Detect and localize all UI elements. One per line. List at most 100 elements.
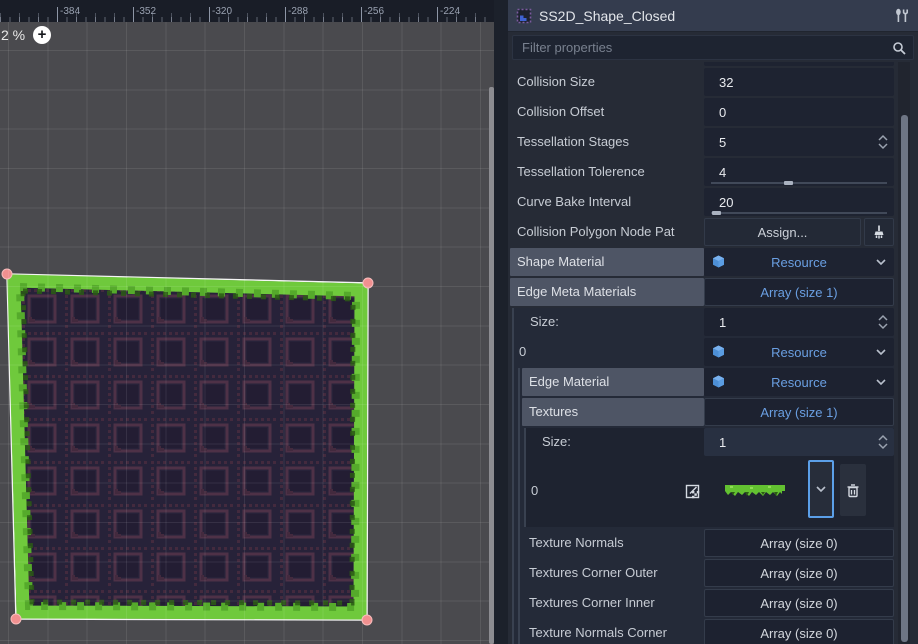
property-row-texture-normals: Texture Normals Array (size 0): [522, 529, 894, 557]
object-tools-icon[interactable]: [894, 8, 910, 24]
edge-material-resource-editor: Edge Material Resource Te: [518, 368, 894, 644]
grass-texture-preview[interactable]: [724, 483, 786, 499]
array-size-spinner[interactable]: 1: [704, 308, 894, 336]
property-label: Textures Corner Outer: [522, 559, 704, 587]
property-label: Collision Size: [510, 68, 704, 96]
resource-cube-icon: [712, 255, 725, 268]
tessellation-stages-spinner[interactable]: 5: [704, 128, 894, 156]
slider-grabber[interactable]: [712, 211, 721, 215]
filter-properties-input[interactable]: [520, 39, 892, 56]
spinner-updown-icon[interactable]: [878, 314, 888, 330]
property-row-collision-offset: Collision Offset 0: [510, 98, 894, 126]
property-value: 32: [713, 75, 733, 90]
slider-track[interactable]: [711, 212, 887, 214]
shape-selection-outline: [7, 274, 368, 620]
property-label: Textures Corner Inner: [522, 589, 704, 617]
ruler-tick: -384: [57, 0, 80, 22]
property-label: Edge Material: [522, 368, 704, 396]
resource-value-label: Resource: [771, 255, 827, 270]
add-point-cursor-icon[interactable]: +: [33, 26, 51, 44]
ss2d-shape-icon: [516, 8, 532, 24]
point-handle[interactable]: [363, 278, 373, 288]
property-value: 5: [713, 135, 726, 150]
collision-size-field[interactable]: 32: [704, 68, 894, 96]
texture-normals-array-button[interactable]: Array (size 0): [704, 529, 894, 557]
panel-splitter[interactable]: [494, 0, 508, 644]
property-row-edge-material: Edge Material Resource: [522, 368, 894, 396]
property-row-collision-size: Collision Size 32: [510, 68, 894, 96]
edge-meta-materials-array-button[interactable]: Array (size 1): [704, 278, 894, 306]
property-row-tessellation-tolerence: Tessellation Tolerence 4: [510, 158, 894, 186]
spinner-updown-icon[interactable]: [878, 134, 888, 150]
textures-array-button[interactable]: Array (size 1): [704, 398, 894, 426]
array-size-row: Size: 1: [528, 428, 894, 456]
array-size-label: Array (size 0): [760, 566, 837, 581]
property-value: 0: [713, 105, 726, 120]
property-label: Collision Polygon Node Pat: [510, 218, 704, 246]
collision-offset-field[interactable]: 0: [704, 98, 894, 126]
inspector-scrollbar-thumb[interactable]: [901, 115, 908, 642]
horizontal-ruler: -384 -352 -320 -288 -256 -224: [0, 0, 494, 22]
property-row-shape-material: Shape Material Resource: [510, 248, 894, 276]
property-row-edge-meta-materials: Edge Meta Materials Array (size 1): [510, 278, 894, 306]
property-label: Shape Material: [510, 248, 704, 276]
curve-bake-interval-slider[interactable]: 20: [704, 188, 894, 216]
tessellation-tolerence-slider[interactable]: 4: [704, 158, 894, 186]
property-label: Tessellation Stages: [510, 128, 704, 156]
filter-properties-bar: [512, 35, 914, 60]
zoom-percent-label[interactable]: 2 %: [1, 27, 25, 43]
shape-canvas[interactable]: [0, 0, 494, 644]
textures-array-editor: Size: 1 0: [524, 428, 894, 527]
search-icon: [892, 41, 906, 55]
point-handle[interactable]: [11, 614, 21, 624]
property-label: Collision Offset: [510, 98, 704, 126]
array-item-0-row: 0 Resource: [516, 338, 894, 366]
property-row-collision-polygon-node-path: Collision Polygon Node Pat Assign...: [510, 218, 894, 246]
property-value: 20: [713, 195, 733, 210]
property-label: Texture Normals Corner: [522, 619, 704, 644]
property-label: Edge Meta Materials: [510, 278, 704, 306]
texture-item-value-area: [704, 458, 894, 524]
clear-nodepath-button[interactable]: [864, 218, 894, 246]
slider-track[interactable]: [711, 182, 887, 184]
property-label: Texture Normals: [522, 529, 704, 557]
array-size-spinner[interactable]: 1: [704, 428, 894, 456]
resource-value-label: Resource: [771, 375, 827, 390]
inspected-object-title: SS2D_Shape_Closed: [539, 8, 887, 24]
array-size-label: Array (size 0): [760, 536, 837, 551]
slider-grabber[interactable]: [784, 181, 793, 185]
property-row-textures: Textures Array (size 1): [522, 398, 894, 426]
assign-nodepath-button[interactable]: Assign...: [704, 218, 861, 246]
array-size-label: Array (size 0): [760, 626, 837, 641]
point-handle[interactable]: [2, 269, 12, 279]
edge-material-resource-dropdown[interactable]: Resource: [704, 368, 894, 396]
edge-meta-materials-array-editor: Size: 1 0 Resource: [512, 308, 894, 644]
texture-normals-corner-array-button[interactable]: Array (size 0): [704, 619, 894, 644]
assign-button-label: Assign...: [758, 225, 808, 240]
property-row-tessellation-stages: Tessellation Stages 5: [510, 128, 894, 156]
textures-corner-inner-array-button[interactable]: Array (size 0): [704, 589, 894, 617]
array-index-label: 0: [528, 458, 685, 524]
array-size-label: Array (size 1): [760, 285, 837, 300]
viewport-vertical-scrollbar[interactable]: [489, 87, 494, 644]
shape-material-resource-dropdown[interactable]: Resource: [704, 248, 894, 276]
textures-corner-outer-array-button[interactable]: Array (size 0): [704, 559, 894, 587]
property-value: 4: [713, 165, 726, 180]
property-value: 1: [713, 435, 726, 450]
property-list: Collision Size 32 Collision Offset 0 Tes…: [508, 62, 918, 644]
property-value: 1: [713, 315, 726, 330]
property-label: Size:: [516, 308, 704, 336]
delete-texture-button[interactable]: [840, 464, 866, 516]
edit-texture-icon[interactable]: [685, 484, 700, 499]
point-handle[interactable]: [362, 615, 372, 625]
array-size-label: Array (size 0): [760, 596, 837, 611]
meta-material-resource-dropdown[interactable]: Resource: [704, 338, 894, 366]
resource-cube-icon: [712, 345, 725, 358]
texture-options-dropdown[interactable]: [808, 460, 834, 518]
spinner-updown-icon[interactable]: [878, 434, 888, 450]
chevron-down-icon: [876, 259, 886, 265]
canvas-viewport[interactable]: -384 -352 -320 -288 -256 -224 2 % +: [0, 0, 494, 644]
resource-cube-icon: [712, 375, 725, 388]
property-row-textures-corner-inner: Textures Corner Inner Array (size 0): [522, 589, 894, 617]
property-label: Curve Bake Interval: [510, 188, 704, 216]
